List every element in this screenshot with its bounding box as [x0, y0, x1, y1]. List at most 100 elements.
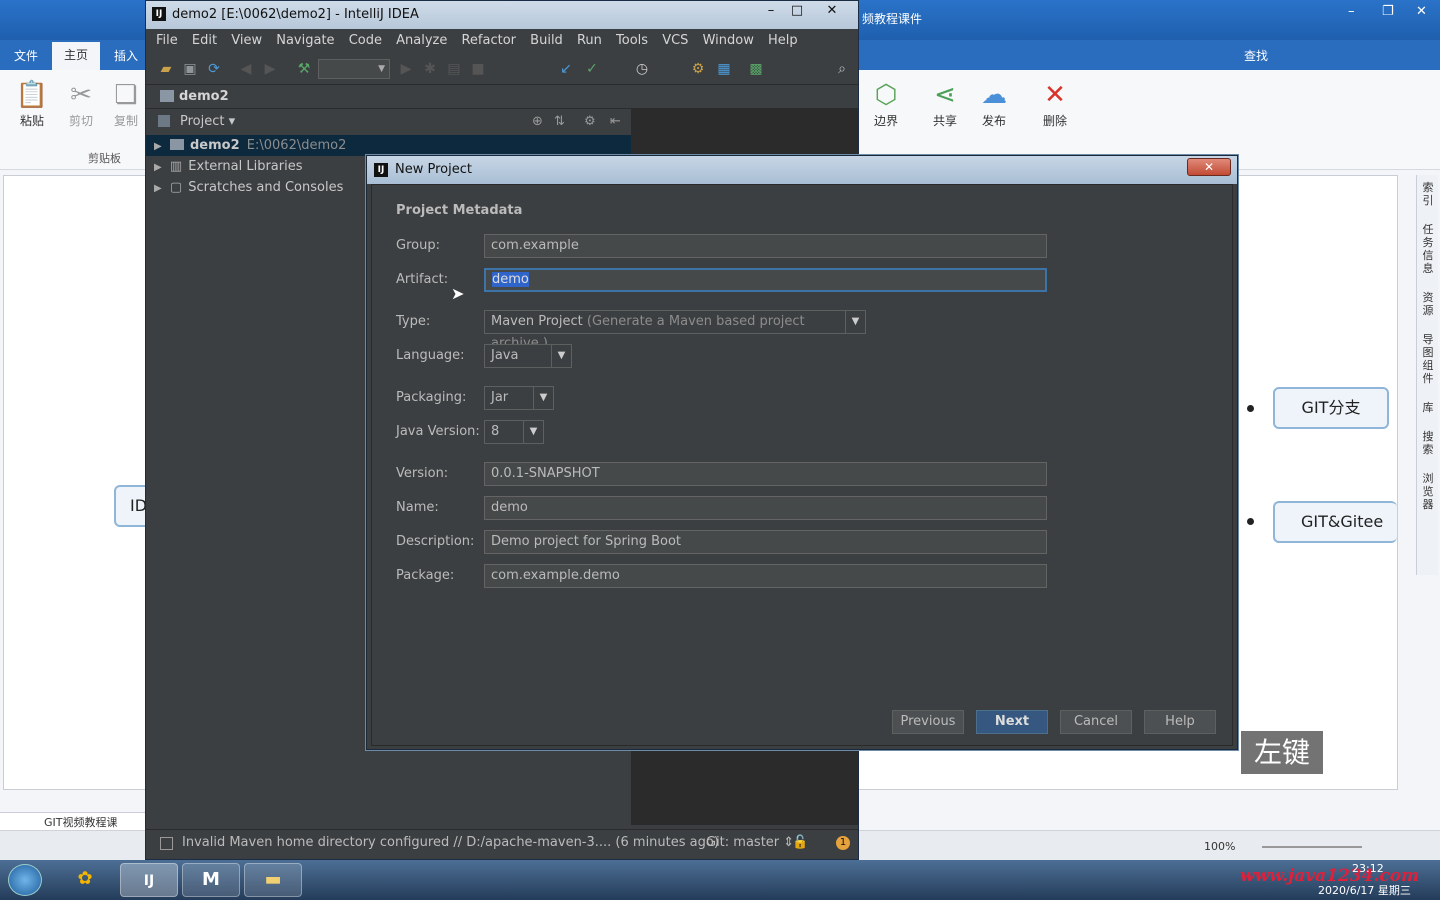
project-view-dropdown[interactable]: Project ▾: [180, 109, 235, 135]
cut-button[interactable]: ✂ 剪切: [59, 78, 103, 129]
menu-build[interactable]: Build: [530, 33, 563, 48]
stop-icon[interactable]: ■: [470, 61, 486, 77]
start-button[interactable]: [8, 864, 42, 896]
cancel-button[interactable]: Cancel: [1060, 710, 1132, 734]
project-structure-icon[interactable]: ▦: [716, 61, 732, 77]
ij-maximize-button[interactable]: □: [784, 4, 810, 20]
menu-refactor[interactable]: Refactor: [461, 33, 516, 48]
menu-help[interactable]: Help: [768, 33, 798, 48]
group-field[interactable]: com.example: [484, 234, 1047, 258]
chevron-down-icon[interactable]: ▼: [845, 311, 865, 333]
notification-badge[interactable]: 1: [836, 836, 850, 850]
ij-close-button[interactable]: ✕: [810, 4, 854, 20]
chevron-down-icon[interactable]: ▼: [523, 421, 543, 443]
right-rail-item[interactable]: 库: [1418, 401, 1438, 414]
version-field[interactable]: 0.0.1-SNAPSHOT: [484, 462, 1047, 486]
taskbar-app-mindmaster[interactable]: M: [182, 863, 240, 897]
chevron-down-icon[interactable]: ▼: [551, 345, 571, 367]
build-icon[interactable]: ⚒: [296, 61, 312, 77]
sync-icon[interactable]: ⟳: [206, 61, 222, 77]
artifact-field[interactable]: demo: [484, 268, 1047, 292]
paste-button[interactable]: 📋 粘贴: [10, 78, 54, 129]
type-select[interactable]: Maven Project (Generate a Maven based pr…: [484, 310, 866, 351]
delete-button[interactable]: ✕ 删除: [1033, 78, 1077, 129]
forward-icon[interactable]: ▶: [262, 61, 278, 77]
open-folder-icon[interactable]: ▰: [158, 61, 174, 77]
java-version-select[interactable]: 8 ▼: [484, 420, 544, 444]
right-rail-item[interactable]: 资源: [1418, 291, 1438, 317]
zoom-level[interactable]: 100%: [1204, 840, 1235, 853]
breadcrumb[interactable]: demo2: [179, 85, 229, 109]
bg-tab-home[interactable]: 主页: [52, 42, 100, 70]
bg-close-button[interactable]: ✕: [1416, 4, 1427, 19]
menu-analyze[interactable]: Analyze: [396, 33, 447, 48]
lock-icon[interactable]: 🔓: [792, 830, 808, 856]
menu-file[interactable]: File: [156, 33, 178, 48]
boundary-button[interactable]: ⬡ 边界: [864, 78, 908, 129]
vcs-update-icon[interactable]: ↙: [558, 61, 574, 77]
previous-button[interactable]: Previous: [892, 710, 964, 734]
menu-tools[interactable]: Tools: [616, 33, 648, 48]
history-icon[interactable]: ◷: [634, 61, 650, 77]
toggle-tool-windows-icon[interactable]: [160, 837, 173, 850]
debug-icon[interactable]: ✱: [422, 61, 438, 77]
name-field[interactable]: demo: [484, 496, 1047, 520]
clock-date[interactable]: 2020/6/17 星期三: [1318, 882, 1411, 898]
node-git-gitee[interactable]: GIT&Gitee基: [1273, 501, 1397, 543]
zoom-slider[interactable]: [1262, 846, 1362, 848]
bg-restore-button[interactable]: ❐: [1382, 4, 1394, 19]
help-button[interactable]: Help: [1144, 710, 1216, 734]
bg-minimize-button[interactable]: –: [1348, 4, 1355, 19]
taskbar-app-multicolor[interactable]: ✿: [56, 863, 114, 897]
run-icon[interactable]: ▶: [398, 61, 414, 77]
locate-icon[interactable]: ⊕: [532, 109, 543, 135]
expand-arrow-icon[interactable]: ▶: [154, 141, 162, 152]
chevron-down-icon[interactable]: ▼: [533, 387, 553, 409]
hide-panel-icon[interactable]: ⇤: [610, 109, 621, 135]
right-rail-item[interactable]: 导图组件: [1418, 333, 1438, 385]
save-icon[interactable]: ▣: [182, 61, 198, 77]
right-rail-item[interactable]: 搜索: [1418, 430, 1438, 456]
vcs-commit-icon[interactable]: ✓: [584, 61, 600, 77]
description-field[interactable]: Demo project for Spring Boot: [484, 530, 1047, 554]
expand-arrow-icon[interactable]: ▶: [154, 162, 162, 173]
next-button[interactable]: Next: [976, 710, 1048, 734]
right-rail-item[interactable]: 任务信息: [1418, 223, 1438, 275]
menu-edit[interactable]: Edit: [192, 33, 217, 48]
sdk-icon[interactable]: ▩: [748, 61, 764, 77]
bg-tab-insert[interactable]: 插入: [114, 47, 138, 64]
ij-minimize-button[interactable]: –: [758, 4, 784, 20]
back-icon[interactable]: ◀: [238, 61, 254, 77]
dialog-close-button[interactable]: ✕: [1187, 158, 1231, 176]
package-field[interactable]: com.example.demo: [484, 564, 1047, 588]
tree-item-demo2[interactable]: ▶ demo2 E:\0062\demo2: [146, 135, 631, 156]
status-message[interactable]: Invalid Maven home directory configured …: [182, 830, 719, 856]
git-branch-widget[interactable]: Git: master ⇕: [706, 830, 794, 856]
share-button[interactable]: ⋖ 共享: [923, 78, 967, 129]
language-select[interactable]: Java ▼: [484, 344, 572, 368]
publish-button[interactable]: ☁ 发布: [972, 78, 1016, 129]
bg-search-label[interactable]: 查找: [1244, 47, 1268, 64]
packaging-select[interactable]: Jar ▼: [484, 386, 554, 410]
expand-arrow-icon[interactable]: ▶: [154, 183, 162, 194]
bg-tab-file[interactable]: 文件: [14, 47, 38, 64]
menu-view[interactable]: View: [231, 33, 262, 48]
menu-navigate[interactable]: Navigate: [276, 33, 334, 48]
right-rail-item[interactable]: 浏览器: [1418, 472, 1438, 511]
right-rail-item[interactable]: 索引: [1418, 181, 1438, 207]
menu-window[interactable]: Window: [703, 33, 754, 48]
run-config-dropdown[interactable]: ▼: [318, 59, 390, 79]
clock-time[interactable]: 23:12: [1352, 862, 1384, 875]
menu-run[interactable]: Run: [577, 33, 602, 48]
settings-wrench-icon[interactable]: ⚙: [690, 61, 706, 77]
collapse-icon[interactable]: ⇅: [554, 109, 565, 135]
taskbar-app-explorer[interactable]: ▬: [244, 863, 302, 897]
copy-button[interactable]: ❏ 复制: [108, 78, 144, 129]
node-git-branch[interactable]: GIT分支: [1273, 387, 1389, 429]
search-everywhere-icon[interactable]: ⌕: [834, 61, 850, 77]
coverage-icon[interactable]: ▤: [446, 61, 462, 77]
gear-icon[interactable]: ⚙: [584, 109, 596, 135]
menu-code[interactable]: Code: [349, 33, 382, 48]
taskbar-app-intellij[interactable]: IJ: [120, 863, 178, 897]
menu-vcs[interactable]: VCS: [662, 33, 688, 48]
